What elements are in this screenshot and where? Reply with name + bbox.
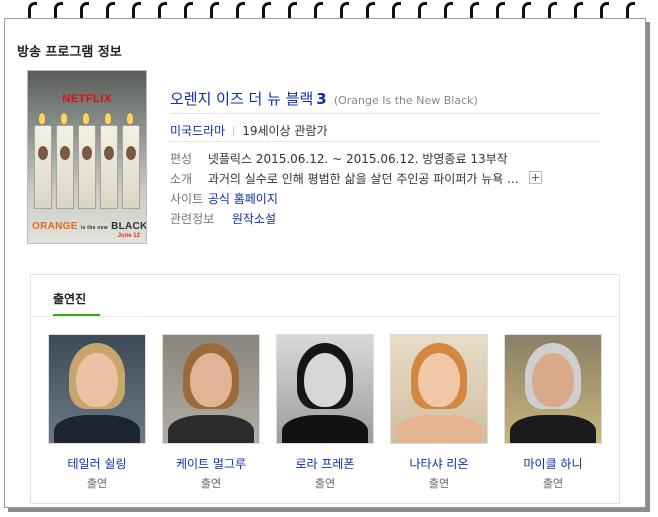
- tab-divider: [31, 316, 619, 317]
- netflix-logo: NETFLIX: [62, 93, 112, 105]
- official-homepage-link[interactable]: 공식 홈페이지: [208, 192, 278, 206]
- cast-role: 출연: [86, 477, 108, 490]
- poster-date: June 12: [117, 233, 140, 239]
- tab-cast[interactable]: 출연진: [53, 290, 86, 307]
- cast-panel: 출연진 테일러 쉴링 출연 케이트 멀그루 출연 로라 프레폰 출연 나타샤 리…: [30, 274, 620, 504]
- cast-photo[interactable]: [390, 334, 488, 444]
- cast-member[interactable]: 케이트 멀그루 출연: [161, 334, 261, 491]
- poster-title-orange: ORANGE: [32, 221, 78, 232]
- info-schedule: 편성 넷플릭스 2015.06.12. ~ 2015.06.12. 방영종료 1…: [170, 150, 508, 167]
- summary-value: 과거의 실수로 인해 평범한 삶을 살던 주인공 파이퍼가 뉴욕 ...: [207, 172, 519, 186]
- summary-label: 소개: [170, 172, 193, 186]
- cast-photo[interactable]: [162, 334, 260, 444]
- related-label: 관련정보: [170, 212, 215, 226]
- cast-name-link[interactable]: 마이클 하니: [503, 455, 603, 472]
- cast-role: 출연: [314, 477, 336, 490]
- info-site: 사이트 공식 홈페이지: [170, 190, 278, 207]
- genre-link[interactable]: 미국드라마: [170, 124, 225, 138]
- meta-divider: [170, 141, 600, 142]
- expand-plus-icon[interactable]: [528, 171, 542, 184]
- cast-role: 출연: [542, 477, 564, 490]
- poster-title-mid: is the new: [80, 225, 108, 231]
- section-title: 방송 프로그램 정보: [17, 45, 122, 60]
- schedule-label: 편성: [170, 152, 193, 166]
- program-title-link[interactable]: 오렌지 이즈 더 뉴 블랙: [170, 90, 313, 108]
- cast-role: 출연: [428, 477, 450, 490]
- cast-name-link[interactable]: 테일러 쉴링: [47, 455, 147, 472]
- program-poster[interactable]: NETFLIX ORANGE is the new BLACK June 12: [27, 70, 147, 244]
- original-novel-link[interactable]: 원작소설: [232, 212, 276, 226]
- cast-member[interactable]: 로라 프레폰 출연: [275, 334, 375, 491]
- age-rating: 19세이상 관람가: [242, 124, 328, 138]
- poster-title: ORANGE is the new BLACK: [32, 221, 146, 232]
- title-divider: [170, 113, 600, 114]
- cast-member[interactable]: 나타샤 리온 출연: [389, 334, 489, 491]
- cast-member[interactable]: 마이클 하니 출연: [503, 334, 603, 491]
- site-label: 사이트: [170, 192, 204, 206]
- cast-role: 출연: [200, 477, 222, 490]
- cast-photo[interactable]: [276, 334, 374, 444]
- program-original-title: (Orange Is the New Black): [333, 94, 478, 107]
- program-title-row: 오렌지 이즈 더 뉴 블랙 3 (Orange Is the New Black): [170, 88, 478, 109]
- program-season[interactable]: 3: [316, 90, 326, 108]
- info-related: 관련정보 원작소설: [170, 210, 276, 227]
- schedule-value: 넷플릭스 2015.06.12. ~ 2015.06.12. 방영종료 13부작: [207, 152, 508, 166]
- program-meta-row: 미국드라마 19세이상 관람가: [170, 122, 328, 139]
- cast-name-link[interactable]: 케이트 멀그루: [161, 455, 261, 472]
- cast-name-link[interactable]: 나타샤 리온: [389, 455, 489, 472]
- cast-name-link[interactable]: 로라 프레폰: [275, 455, 375, 472]
- poster-candles-illustration: [34, 111, 140, 211]
- poster-title-black: BLACK: [111, 221, 147, 232]
- cast-member[interactable]: 테일러 쉴링 출연: [47, 334, 147, 491]
- meta-separator: [233, 126, 235, 136]
- cast-photo[interactable]: [504, 334, 602, 444]
- cast-photo[interactable]: [48, 334, 146, 444]
- info-summary: 소개 과거의 실수로 인해 평범한 삶을 살던 주인공 파이퍼가 뉴욕 ...: [170, 170, 542, 187]
